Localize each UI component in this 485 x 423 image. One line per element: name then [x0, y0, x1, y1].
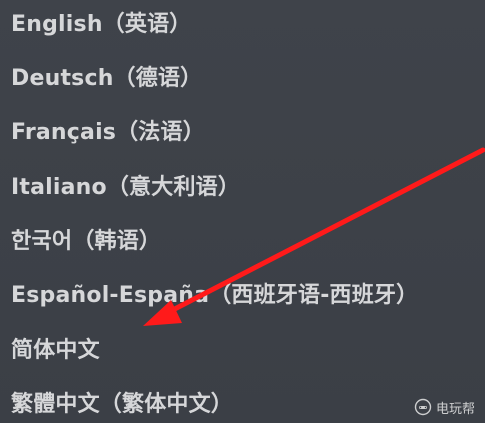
language-option-english[interactable]: English（英语） [11, 8, 191, 42]
language-option-italian[interactable]: Italiano（意大利语） [11, 171, 240, 205]
language-option-korean[interactable]: 한국어（韩语） [11, 225, 161, 259]
language-option-traditional-chinese[interactable]: 繁體中文（繁体中文） [11, 388, 233, 422]
language-option-german[interactable]: Deutsch（德语） [11, 62, 202, 96]
language-option-french[interactable]: Français（法语） [11, 116, 205, 150]
language-option-simplified-chinese[interactable]: 简体中文 [11, 334, 100, 368]
controller-logo-icon [414, 398, 432, 416]
language-menu: English（英语） Deutsch（德语） Français（法语） Ita… [0, 0, 485, 423]
watermark: 电玩帮 [414, 395, 475, 419]
watermark-text: 电玩帮 [435, 401, 475, 417]
language-option-spanish-spain[interactable]: Español-España（西班牙语-西班牙） [11, 279, 418, 313]
